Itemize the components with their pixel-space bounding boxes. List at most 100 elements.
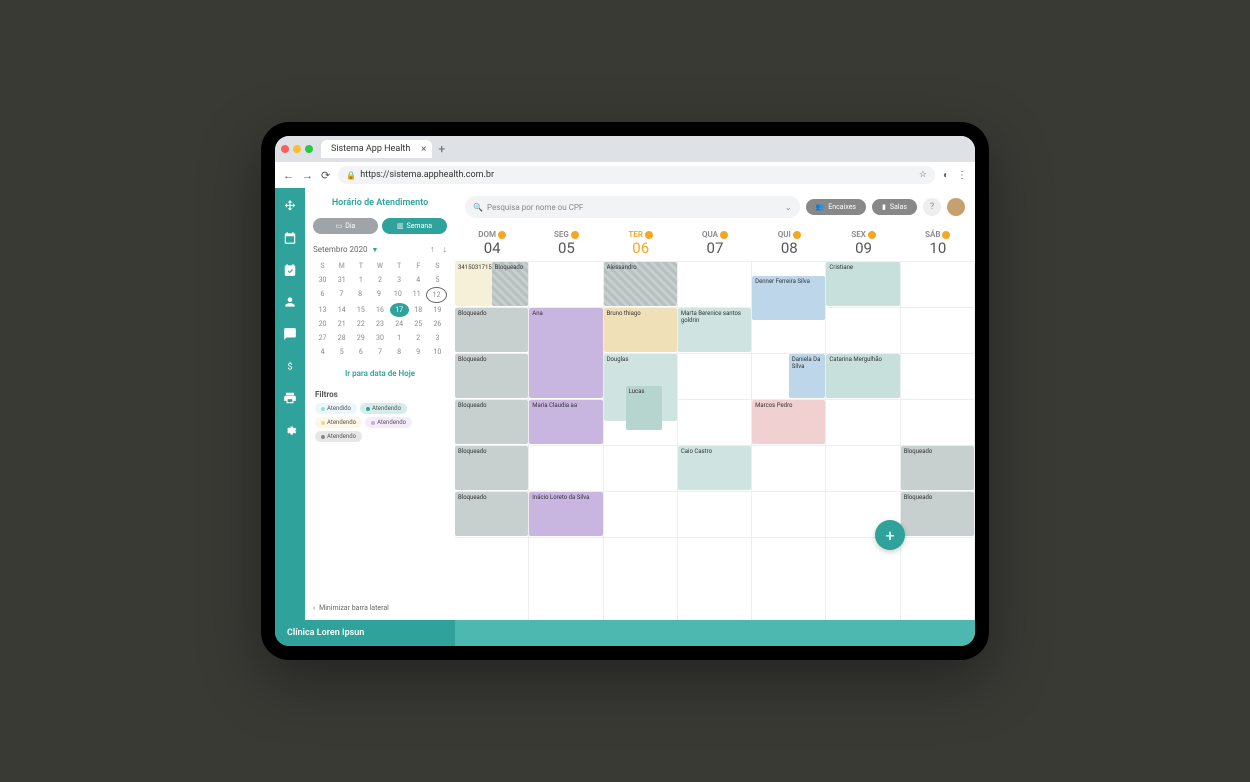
event[interactable]: Marta Berenice santos goldrin xyxy=(678,308,751,352)
calendar-grid[interactable]: 3415031715BloqueadoBloqueadoBloqueadoBlo… xyxy=(455,262,975,620)
encaixes-button[interactable]: 👥Encaixes xyxy=(806,199,866,215)
mini-cal-day[interactable]: 3 xyxy=(428,331,447,345)
event[interactable]: Lucas xyxy=(626,386,663,430)
avatar[interactable] xyxy=(947,198,965,216)
mini-cal-day[interactable]: 29 xyxy=(351,331,370,345)
mini-cal-day[interactable]: 9 xyxy=(409,345,428,359)
mini-cal-day[interactable]: 2 xyxy=(409,331,428,345)
event[interactable]: Maria Claudia aa xyxy=(529,400,602,444)
mini-cal-day[interactable]: 14 xyxy=(332,303,351,317)
back-button[interactable]: ← xyxy=(283,169,294,182)
mini-cal-day[interactable]: 20 xyxy=(313,317,332,331)
mini-cal-day[interactable]: 7 xyxy=(370,345,389,359)
event[interactable]: Catarina Mergulhão xyxy=(826,354,899,398)
event[interactable]: Alessandro xyxy=(604,262,677,306)
mini-cal-day[interactable]: 28 xyxy=(332,331,351,345)
mini-cal-day[interactable]: 5 xyxy=(332,345,351,359)
new-tab-button[interactable]: + xyxy=(438,142,445,156)
filter-chip[interactable]: Atendendo xyxy=(365,417,412,428)
event[interactable]: Cristiane xyxy=(826,262,899,306)
day-header[interactable]: SEX09 xyxy=(826,226,900,261)
filter-chip[interactable]: Atendendo xyxy=(315,431,362,442)
mini-cal-day[interactable]: 31 xyxy=(332,273,351,287)
day-header[interactable]: SEG05 xyxy=(529,226,603,261)
month-label[interactable]: Setembro 2020 xyxy=(313,245,368,254)
mini-cal-day[interactable]: 4 xyxy=(409,273,428,287)
day-column[interactable]: AnaMaria Claudia aaInácio Loreto da Silv… xyxy=(529,262,603,620)
event[interactable]: Daniela Da Silva xyxy=(789,354,826,398)
event[interactable]: Bloqueado xyxy=(492,262,529,306)
mini-cal-day[interactable]: 11 xyxy=(407,287,426,303)
day-view-button[interactable]: ▭ Dia xyxy=(313,218,378,234)
mini-cal-day[interactable]: 30 xyxy=(370,331,389,345)
mini-cal-day[interactable]: 4 xyxy=(313,345,332,359)
event[interactable]: 3415031715 xyxy=(455,262,492,306)
search-input[interactable]: 🔍 Pesquisa por nome ou CPF ⌄ xyxy=(465,196,800,218)
mini-cal-day[interactable]: 21 xyxy=(332,317,351,331)
mini-cal-day[interactable]: 13 xyxy=(313,303,332,317)
mini-cal-day[interactable]: 9 xyxy=(370,287,389,303)
schedule-icon[interactable] xyxy=(282,262,298,278)
filter-chip[interactable]: Atendendo xyxy=(360,403,407,414)
week-view-button[interactable]: ▥ Semana xyxy=(382,218,447,234)
window-controls[interactable] xyxy=(281,145,313,153)
mini-cal-day[interactable]: 10 xyxy=(428,345,447,359)
filter-chip[interactable]: Atendendo xyxy=(315,417,362,428)
day-header[interactable]: SÁB10 xyxy=(901,226,975,261)
mini-cal-day[interactable]: 12 xyxy=(426,287,447,303)
address-bar[interactable]: 🔒 https://sistema.apphealth.com.br ☆ xyxy=(338,166,935,184)
event[interactable]: Bloqueado xyxy=(455,308,528,352)
calendar-icon[interactable] xyxy=(282,230,298,246)
mini-cal-day[interactable]: 30 xyxy=(313,273,332,287)
forward-button[interactable]: → xyxy=(302,169,313,182)
extension-icon[interactable]: ◐ xyxy=(943,170,949,181)
day-header[interactable]: TER06 xyxy=(604,226,678,261)
mini-cal-day[interactable]: 27 xyxy=(313,331,332,345)
mini-cal-day[interactable]: 24 xyxy=(390,317,409,331)
next-month-button[interactable]: ↓ xyxy=(443,244,448,255)
event[interactable]: Denner Ferreira Silva xyxy=(752,276,825,320)
star-icon[interactable]: ☆ xyxy=(919,170,927,180)
mini-cal-day[interactable]: 6 xyxy=(313,287,332,303)
mini-cal-day[interactable]: 8 xyxy=(351,287,370,303)
mini-cal-day[interactable]: 16 xyxy=(370,303,389,317)
mini-cal-day[interactable]: 1 xyxy=(390,331,409,345)
day-header[interactable]: QUI08 xyxy=(752,226,826,261)
mini-cal-day[interactable]: 17 xyxy=(390,303,409,317)
mini-cal-day[interactable]: 25 xyxy=(409,317,428,331)
day-column[interactable]: Cristiane Catarina Mergulhão xyxy=(826,262,900,620)
mini-cal-day[interactable]: 1 xyxy=(351,273,370,287)
chat-icon[interactable] xyxy=(282,326,298,342)
event[interactable]: Bruno thiago xyxy=(604,308,677,352)
day-header[interactable]: DOM04 xyxy=(455,226,529,261)
event[interactable]: Bloqueado xyxy=(901,492,974,536)
day-header[interactable]: QUA07 xyxy=(678,226,752,261)
add-fab[interactable]: + xyxy=(875,520,905,550)
event[interactable]: Bloqueado xyxy=(455,446,528,490)
day-column[interactable]: Denner Ferreira Silva Daniela Da SilvaMar… xyxy=(752,262,826,620)
mini-cal-day[interactable]: 18 xyxy=(409,303,428,317)
reload-button[interactable]: ⟳ xyxy=(321,169,330,182)
browser-tab[interactable]: Sistema App Health × xyxy=(321,140,432,158)
event[interactable]: Caio Castro xyxy=(678,446,751,490)
mini-cal-day[interactable]: 10 xyxy=(388,287,407,303)
settings-icon[interactable] xyxy=(282,422,298,438)
logo-icon[interactable] xyxy=(282,198,298,214)
mini-cal-day[interactable]: 2 xyxy=(370,273,389,287)
mini-cal-day[interactable]: 3 xyxy=(390,273,409,287)
patients-icon[interactable] xyxy=(282,294,298,310)
event[interactable]: Ana xyxy=(529,308,602,398)
mini-cal-day[interactable]: 23 xyxy=(370,317,389,331)
mini-cal-day[interactable]: 22 xyxy=(351,317,370,331)
close-icon[interactable]: × xyxy=(421,144,426,155)
mini-cal-day[interactable]: 26 xyxy=(428,317,447,331)
filter-chip[interactable]: Atendido xyxy=(315,403,357,414)
go-to-today-link[interactable]: Ir para data de Hoje xyxy=(305,361,455,386)
day-column[interactable]: Marta Berenice santos goldrin Caio Castro xyxy=(678,262,752,620)
mini-cal-day[interactable]: 19 xyxy=(428,303,447,317)
day-column[interactable]: BloqueadoBloqueado xyxy=(901,262,975,620)
help-button[interactable]: ? xyxy=(923,198,941,216)
event[interactable]: Bloqueado xyxy=(455,354,528,398)
print-icon[interactable] xyxy=(282,390,298,406)
event[interactable]: Marcos Pedro xyxy=(752,400,825,444)
